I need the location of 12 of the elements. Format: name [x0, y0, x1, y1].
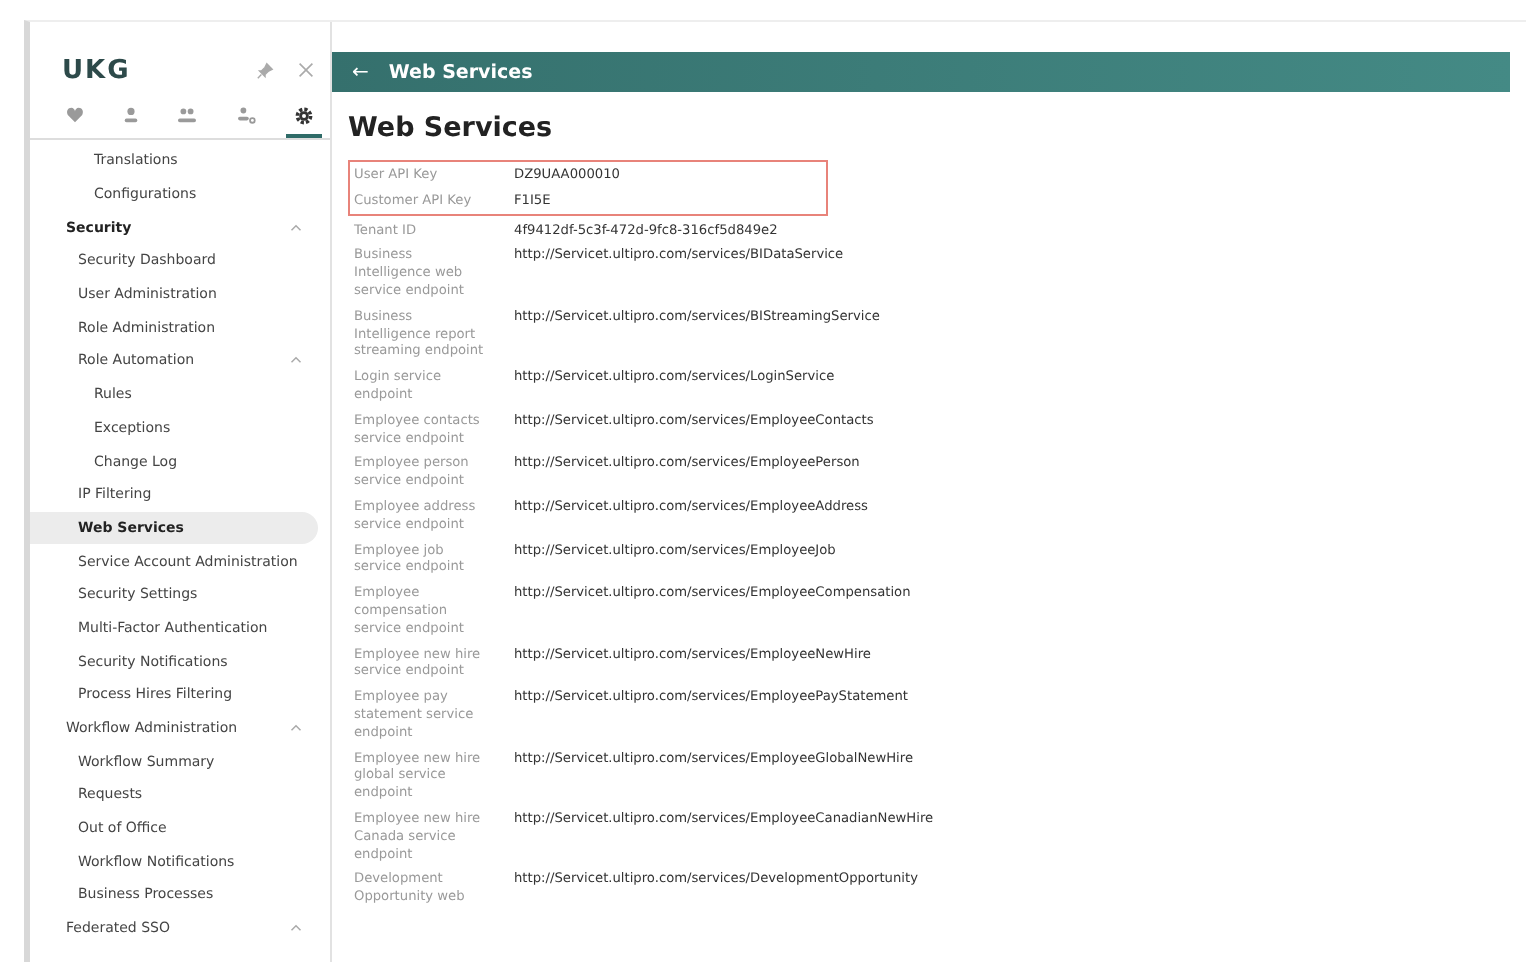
header-title: Web Services [388, 61, 533, 83]
logo: UKG [62, 55, 131, 85]
person-icon [121, 106, 139, 124]
heart-icon [66, 106, 84, 124]
back-button[interactable]: ← [352, 61, 369, 83]
people-icon [176, 106, 198, 124]
page-title: Web Services [348, 112, 555, 144]
close-icon[interactable] [298, 62, 314, 78]
nav-tab[interactable] [286, 102, 322, 138]
pin-icon[interactable] [256, 61, 274, 79]
settings-icon [294, 106, 314, 126]
person-key-icon [235, 106, 257, 124]
